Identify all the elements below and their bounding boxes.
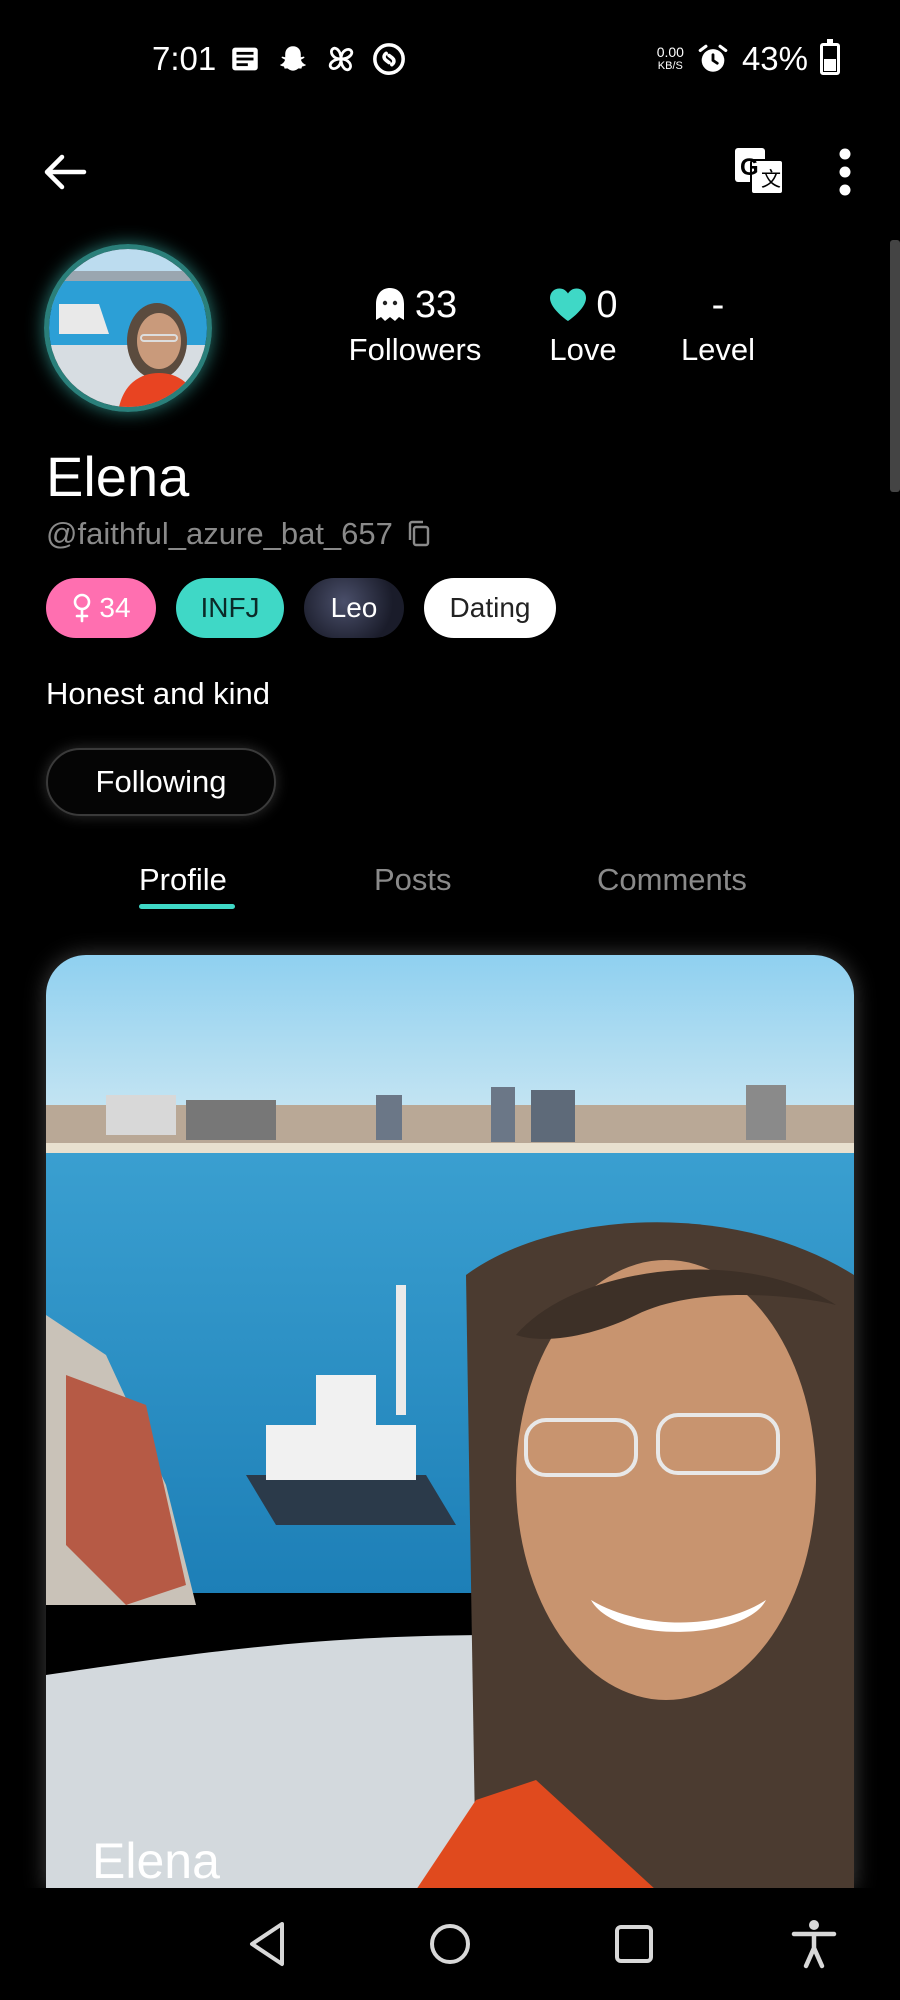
profile-name: Elena (46, 445, 190, 508)
pinwheel-icon (328, 46, 354, 72)
followers-count: 33 (414, 283, 458, 326)
photo-caption: Elena (92, 1833, 220, 1889)
tab-comments[interactable]: Comments (597, 862, 747, 898)
profile-handle-row: @faithful_azure_bat_657 (46, 516, 431, 552)
level-label: Level (680, 332, 756, 367)
network-speed-value: 0.00 (656, 44, 684, 60)
level-value: - (711, 283, 725, 326)
notification-icons (228, 42, 406, 76)
copy-icon[interactable] (407, 520, 431, 548)
avatar-photo (49, 249, 207, 407)
network-speed-unit: KB/S (657, 60, 683, 72)
followers-label: Followers (348, 332, 482, 367)
profile-tags: 34 INFJ Leo Dating (46, 578, 556, 638)
love-label: Love (549, 332, 617, 367)
svg-text:文: 文 (761, 168, 781, 191)
profile-handle: @faithful_azure_bat_657 (46, 516, 393, 551)
tab-profile[interactable]: Profile (139, 862, 227, 898)
love-stat[interactable]: 0 Love (538, 282, 628, 368)
profile-photo-card[interactable]: Elena (46, 955, 854, 1890)
back-arrow-icon[interactable] (40, 148, 90, 196)
profile-tabs: Profile Posts Comments (0, 862, 900, 912)
female-icon (74, 593, 91, 623)
profile-stats: 33 Followers 0 Love - Level (340, 282, 780, 382)
news-icon (232, 47, 258, 71)
scrollbar[interactable] (890, 240, 900, 492)
heart-icon (550, 288, 587, 321)
zodiac-tag: Leo (304, 578, 404, 638)
ghost-icon (375, 288, 404, 321)
nav-home-icon[interactable] (422, 1916, 478, 1972)
nav-back-icon[interactable] (240, 1916, 296, 1972)
profile-photo (46, 955, 854, 1890)
translate-icon[interactable]: G 文 (733, 146, 787, 198)
snapchat-icon (279, 46, 307, 71)
profile-bio: Honest and kind (46, 676, 271, 711)
active-tab-indicator (139, 904, 235, 909)
status-bar: 7:01 0.00 KB/S 43% (0, 0, 900, 120)
battery-icon (820, 39, 840, 75)
alarm-icon (698, 44, 728, 72)
shazam-icon (373, 43, 405, 75)
accessibility-icon[interactable] (786, 1916, 842, 1972)
status-right: 0.00 KB/S 43% (657, 39, 840, 78)
followers-stat[interactable]: 33 Followers (340, 282, 490, 368)
nav-recents-icon[interactable] (606, 1916, 662, 1972)
svg-text:G: G (740, 154, 759, 181)
more-vert-icon[interactable] (830, 146, 860, 198)
intent-tag: Dating (424, 578, 556, 638)
network-speed: 0.00 KB/S (657, 45, 684, 73)
system-nav-bar (0, 1888, 900, 2000)
tab-posts[interactable]: Posts (374, 862, 452, 898)
love-count: 0 (596, 283, 618, 326)
level-stat[interactable]: - Level (668, 282, 768, 368)
age-value: 34 (99, 592, 131, 623)
avatar[interactable] (44, 244, 212, 412)
following-button[interactable]: Following (46, 748, 276, 816)
mbti-tag: INFJ (176, 578, 284, 638)
status-time: 7:01 (152, 40, 217, 77)
age-gender-tag: 34 (46, 578, 156, 638)
battery-percent: 43% (741, 40, 808, 77)
